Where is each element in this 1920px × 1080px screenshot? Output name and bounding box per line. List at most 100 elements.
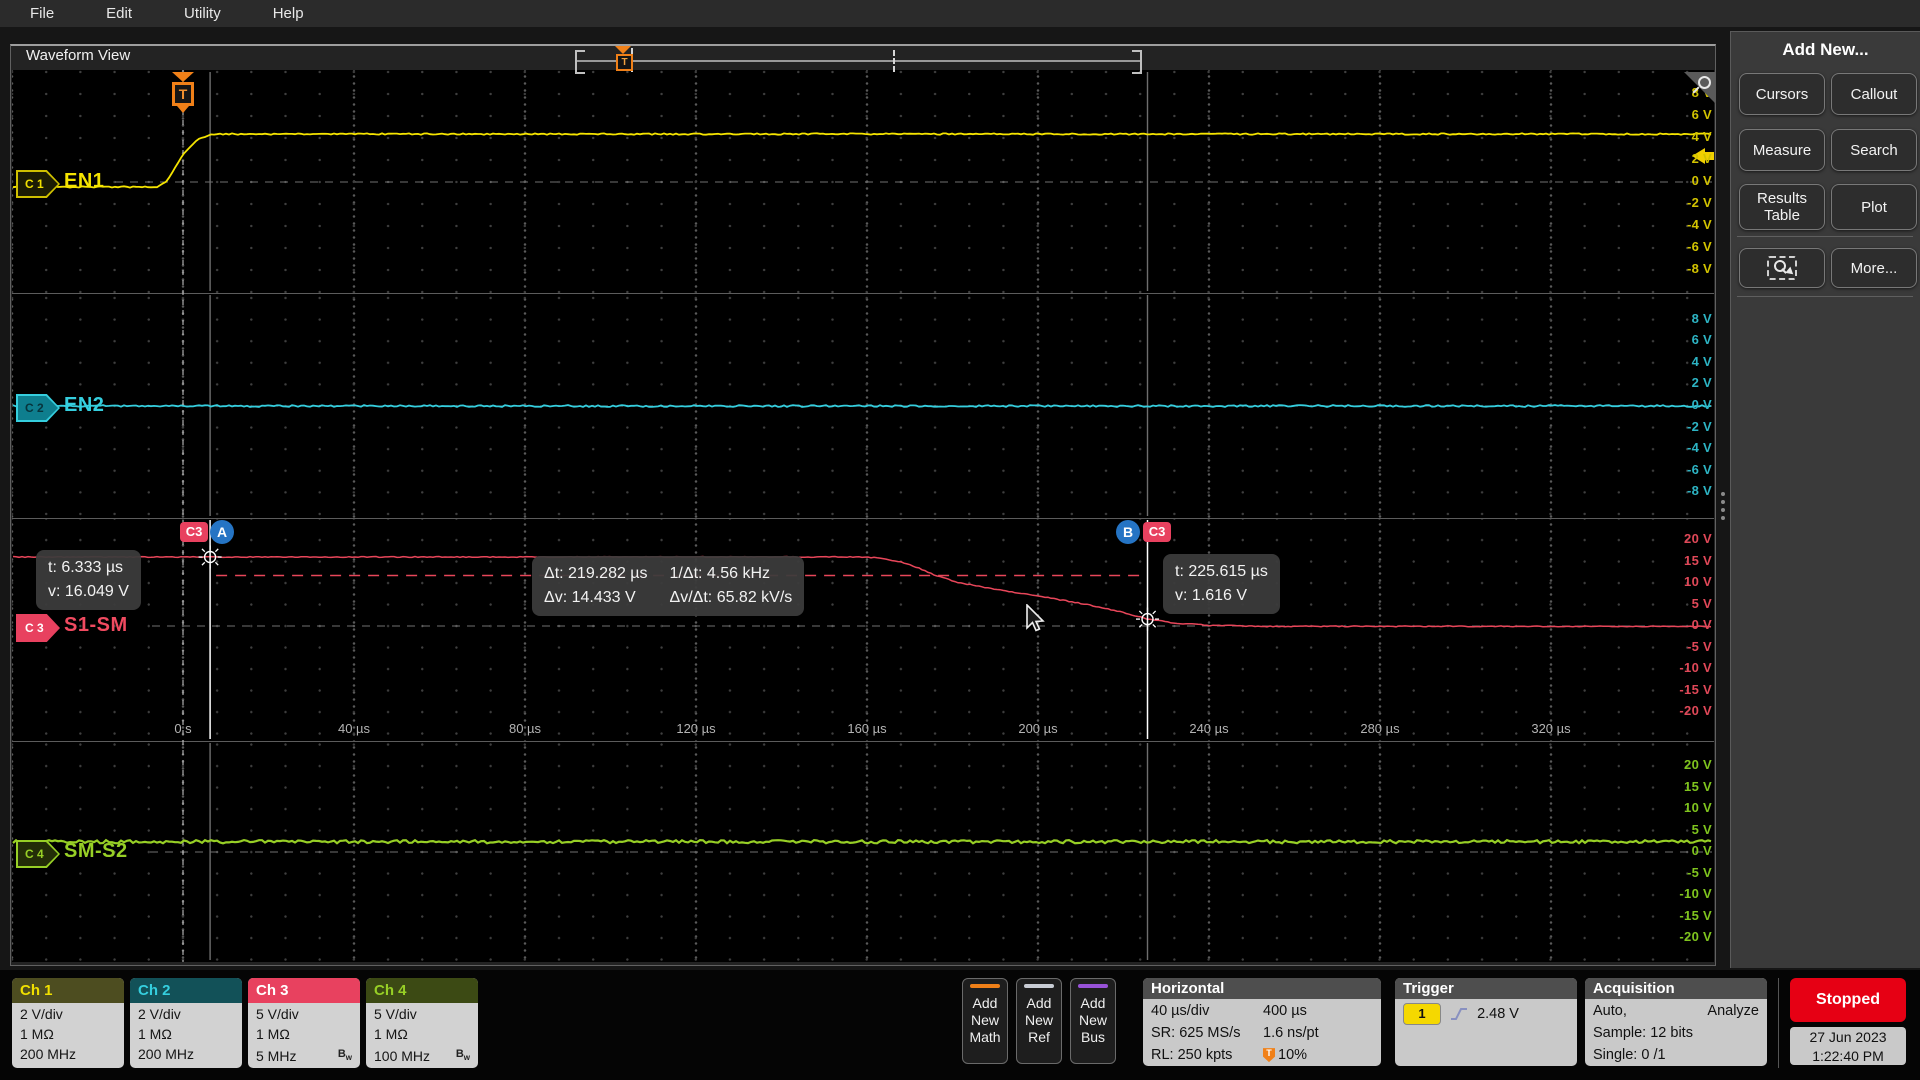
status-divider bbox=[1778, 978, 1779, 1068]
scale: 2 V/div bbox=[20, 1004, 116, 1024]
button-label: Cursors bbox=[1756, 86, 1809, 103]
add-new-ref-button[interactable]: AddNewRef bbox=[1016, 978, 1062, 1064]
cursor-b-crosshair-icon[interactable] bbox=[1139, 611, 1142, 614]
cursor-a-crosshair-icon[interactable] bbox=[215, 549, 218, 552]
sidebar-divider bbox=[1737, 236, 1913, 237]
panel-splitter-handle[interactable] bbox=[1721, 516, 1725, 520]
panel-splitter-handle[interactable] bbox=[1721, 500, 1725, 504]
button-label: Measure bbox=[1753, 142, 1811, 159]
panel-splitter-handle[interactable] bbox=[1721, 492, 1725, 496]
acq-sample-bits: Sample: 12 bits bbox=[1593, 1022, 1759, 1044]
record-length: RL: 250 kpts bbox=[1151, 1044, 1263, 1066]
impedance: 1 MΩ bbox=[138, 1024, 234, 1044]
bandwidth: 200 MHz bbox=[138, 1044, 194, 1064]
cursor-a-crosshair-icon[interactable] bbox=[205, 552, 216, 563]
cursor-a-crosshair-icon[interactable] bbox=[202, 562, 205, 565]
scale: 5 V/div bbox=[374, 1004, 470, 1024]
overview-trigger-icon[interactable] bbox=[615, 46, 631, 54]
bus-accent bbox=[1078, 984, 1108, 988]
add-cursors-button[interactable]: Cursors bbox=[1739, 73, 1825, 115]
button-label: More... bbox=[1851, 260, 1898, 277]
menu-utility[interactable]: Utility bbox=[184, 5, 221, 22]
cursor-b-crosshair-icon[interactable] bbox=[1139, 624, 1142, 627]
menu-bar: File Edit Utility Help bbox=[0, 0, 1920, 27]
channel-2-card-title: Ch 2 bbox=[130, 978, 242, 1003]
mouse-pointer bbox=[1026, 604, 1048, 634]
status-bar: Ch 1 2 V/div 1 MΩ 200 MHz Ch 2 2 V/div 1… bbox=[0, 970, 1920, 1080]
menu-help[interactable]: Help bbox=[273, 5, 304, 22]
sample-rate: SR: 625 MS/s bbox=[1151, 1022, 1263, 1044]
add-measure-button[interactable]: Measure bbox=[1739, 129, 1825, 171]
acquisition-title: Acquisition bbox=[1585, 978, 1767, 999]
button-label: Plot bbox=[1861, 199, 1887, 216]
bandwidth-limit-icon: Bw bbox=[456, 1044, 470, 1068]
button-label: Results Table bbox=[1740, 190, 1824, 224]
channel-4-card[interactable]: Ch 4 5 V/div 1 MΩ 100 MHz Bw bbox=[366, 978, 478, 1068]
panel-title: Waveform View bbox=[26, 47, 130, 64]
button-label: Callout bbox=[1851, 86, 1898, 103]
add-plot-button[interactable]: Plot bbox=[1831, 184, 1917, 230]
button-label: Search bbox=[1850, 142, 1898, 159]
time-per-div: 40 µs/div bbox=[1151, 1000, 1263, 1022]
run-stop-button[interactable]: Stopped bbox=[1790, 978, 1906, 1022]
trigger-position-percent: 10% bbox=[1278, 1047, 1307, 1063]
channel-4-card-title: Ch 4 bbox=[366, 978, 478, 1003]
acq-analyze: Analyze bbox=[1707, 1000, 1759, 1022]
acquisition-card[interactable]: Acquisition Auto, Analyze Sample: 12 bit… bbox=[1585, 978, 1767, 1066]
overview-cursor-mark bbox=[893, 50, 895, 72]
datetime-display: 27 Jun 2023 1:22:40 PM bbox=[1790, 1027, 1906, 1065]
acq-single-count: Single: 0 /1 bbox=[1593, 1044, 1759, 1066]
horizontal-card[interactable]: Horizontal 40 µs/div400 µs SR: 625 MS/s1… bbox=[1143, 978, 1381, 1066]
trigger-position-icon: T bbox=[1263, 1048, 1275, 1062]
menu-file[interactable]: File bbox=[30, 5, 54, 22]
bandwidth: 200 MHz bbox=[20, 1044, 76, 1064]
impedance: 1 MΩ bbox=[256, 1024, 352, 1044]
cursor-b-crosshair-icon[interactable] bbox=[1153, 624, 1156, 627]
zoom-select-icon bbox=[1767, 256, 1797, 280]
channel-1-card-title: Ch 1 bbox=[12, 978, 124, 1003]
channel-3-card[interactable]: Ch 3 5 V/div 1 MΩ 5 MHz Bw bbox=[248, 978, 360, 1068]
bandwidth-limit-icon: Bw bbox=[338, 1044, 352, 1068]
cursor-a-crosshair-icon[interactable] bbox=[215, 562, 218, 565]
cursor-b-crosshair-icon[interactable] bbox=[1142, 614, 1153, 625]
acq-mode: Auto, bbox=[1593, 1000, 1627, 1022]
overview-trigger-icon-label: T bbox=[616, 54, 633, 71]
channel-2-card[interactable]: Ch 2 2 V/div 1 MΩ 200 MHz bbox=[130, 978, 242, 1068]
add-search-button[interactable]: Search bbox=[1831, 129, 1917, 171]
time: 1:22:40 PM bbox=[1790, 1047, 1906, 1066]
add-results-table-button[interactable]: Results Table bbox=[1739, 184, 1825, 230]
rising-edge-icon bbox=[1449, 1006, 1469, 1022]
date: 27 Jun 2023 bbox=[1790, 1028, 1906, 1047]
channel-3-card-title: Ch 3 bbox=[248, 978, 360, 1003]
sidebar-title: Add New... bbox=[1731, 40, 1920, 60]
bandwidth: 100 MHz bbox=[374, 1046, 430, 1066]
impedance: 1 MΩ bbox=[374, 1024, 470, 1044]
trigger-source-badge: 1 bbox=[1403, 1003, 1441, 1025]
sidebar-divider bbox=[1737, 296, 1913, 297]
trigger-title: Trigger bbox=[1395, 978, 1577, 999]
ref-accent bbox=[1024, 984, 1054, 988]
scale: 2 V/div bbox=[138, 1004, 234, 1024]
impedance: 1 MΩ bbox=[20, 1024, 116, 1044]
add-new-bus-button[interactable]: AddNewBus bbox=[1070, 978, 1116, 1064]
overview-record-line bbox=[577, 60, 1140, 62]
oscilloscope-app: File Edit Utility Help Waveform View T T… bbox=[0, 0, 1920, 1080]
menu-edit[interactable]: Edit bbox=[106, 5, 132, 22]
channel-1-card[interactable]: Ch 1 2 V/div 1 MΩ 200 MHz bbox=[12, 978, 124, 1068]
add-callout-button[interactable]: Callout bbox=[1831, 73, 1917, 115]
trigger-card[interactable]: Trigger 1 2.48 V bbox=[1395, 978, 1577, 1066]
scale: 5 V/div bbox=[256, 1004, 352, 1024]
panel-splitter-handle[interactable] bbox=[1721, 508, 1725, 512]
sample-period: 1.6 ns/pt bbox=[1263, 1022, 1373, 1044]
add-new-sidebar: Add New... Cursors Callout Measure Searc… bbox=[1730, 31, 1920, 968]
add-new-math-button[interactable]: AddNewMath bbox=[962, 978, 1008, 1064]
cursor-crosshair-layer[interactable] bbox=[12, 70, 1714, 962]
more-button[interactable]: More... bbox=[1831, 248, 1917, 288]
bandwidth: 5 MHz bbox=[256, 1046, 296, 1066]
horizontal-title: Horizontal bbox=[1143, 978, 1381, 999]
cursor-b-crosshair-icon[interactable] bbox=[1153, 611, 1156, 614]
zoom-select-button[interactable] bbox=[1739, 248, 1825, 288]
math-accent bbox=[970, 984, 1000, 988]
cursor-a-crosshair-icon[interactable] bbox=[202, 549, 205, 552]
trigger-level: 2.48 V bbox=[1477, 1006, 1519, 1022]
